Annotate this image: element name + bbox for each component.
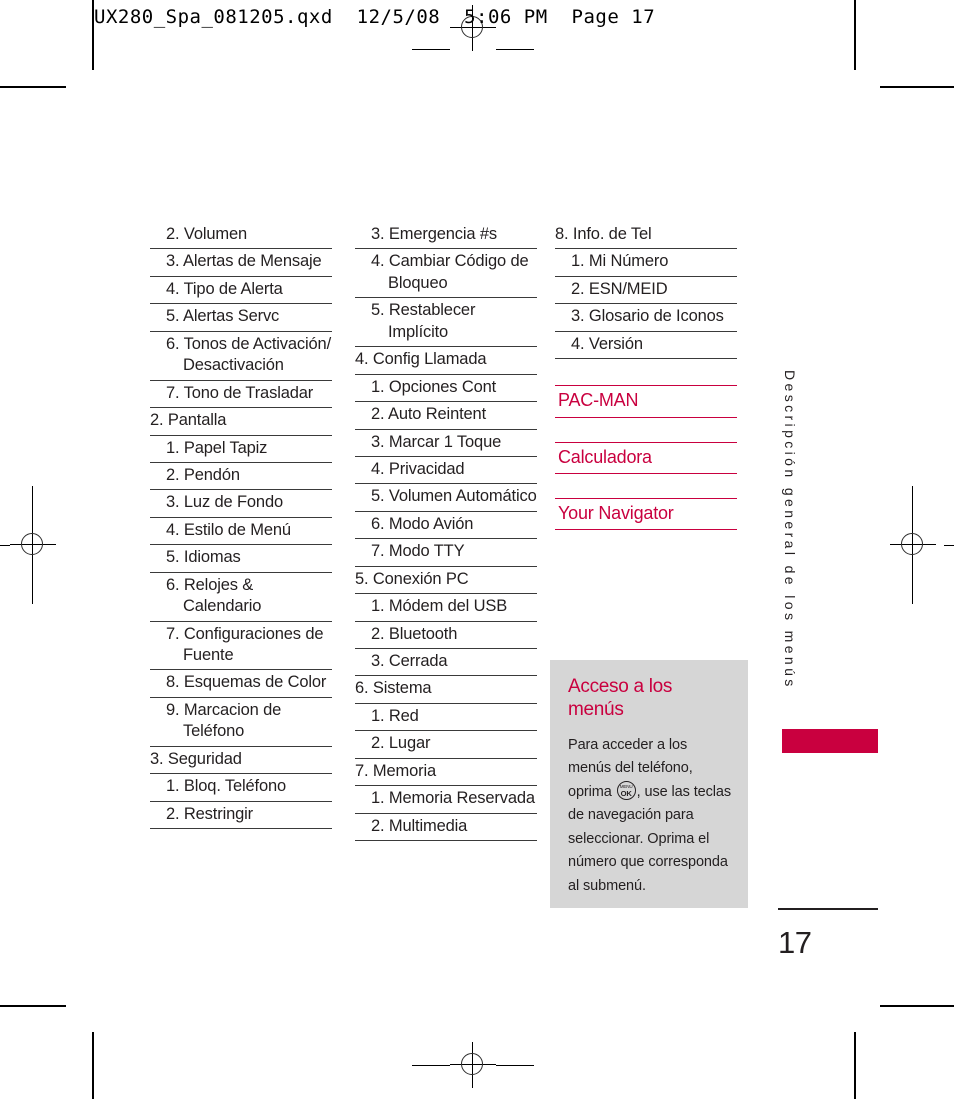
menu-list-2: 3. Emergencia #s 4. Cambiar Código de Bl… xyxy=(355,222,537,842)
list-item[interactable]: 2. Volumen xyxy=(150,222,332,250)
list-item[interactable]: 5. Idiomas xyxy=(150,545,332,573)
list-item[interactable]: 4. Config Llamada xyxy=(355,347,537,375)
info-box-title: Acceso a los menús xyxy=(568,676,673,720)
list-item[interactable]: 8. Info. de Tel xyxy=(555,222,737,250)
list-item[interactable]: 2. ESN/MEID xyxy=(555,277,737,305)
page-number-rule xyxy=(778,908,878,910)
registration-guide-bottom-horizontal-left xyxy=(412,1064,450,1066)
menu-column-2: 3. Emergencia #s 4. Cambiar Código de Bl… xyxy=(355,222,537,842)
list-item[interactable]: 2. Bluetooth xyxy=(355,622,537,649)
list-item[interactable]: 5. Restablecer Implícito xyxy=(355,298,537,348)
menu-column-3: 8. Info. de Tel 1. Mi Número 2. ESN/MEID… xyxy=(555,222,737,531)
list-item[interactable]: 4. Tipo de Alerta xyxy=(150,277,332,305)
list-item[interactable]: 6. Sistema xyxy=(355,676,537,704)
list-item[interactable]: 7. Modo TTY xyxy=(355,539,537,567)
registration-guide-top-horizontal-left xyxy=(412,49,450,51)
list-item[interactable]: 1. Red xyxy=(355,704,537,732)
crop-mark-top-right-horizontal xyxy=(880,86,954,88)
registration-guide-bottom-horizontal-right xyxy=(496,1064,534,1066)
list-item[interactable]: 1. Bloq. Teléfono xyxy=(150,774,332,802)
registration-guide-right-vertical-lower xyxy=(912,568,914,604)
side-chapter-tab xyxy=(782,729,878,753)
side-running-head: Descripción general de los menús xyxy=(782,370,798,690)
print-header: UX280_Spa_081205.qxd 12/5/08 5:06 PM Pag… xyxy=(94,6,656,28)
menu-column-1: 2. Volumen 3. Alertas de Mensaje 4. Tipo… xyxy=(150,222,332,830)
list-item[interactable]: 1. Papel Tapiz xyxy=(150,436,332,463)
list-item[interactable]: 3. Luz de Fondo xyxy=(150,490,332,518)
list-item[interactable]: 3. Alertas de Mensaje xyxy=(150,249,332,277)
info-callout-box: Acceso a los menús Para acceder a los me… xyxy=(550,660,748,908)
list-item[interactable]: 3. Glosario de Iconos xyxy=(555,304,737,332)
info-box-body: Para acceder a los menús del teléfono, o… xyxy=(568,734,732,898)
list-item[interactable]: 1. Opciones Cont xyxy=(355,375,537,403)
list-item[interactable]: 4. Versión xyxy=(555,332,737,360)
registration-guide-left-horizontal xyxy=(0,544,10,546)
registration-mark-right xyxy=(890,522,936,568)
list-item[interactable]: 5. Conexión PC xyxy=(355,567,537,595)
list-item[interactable]: 2. Auto Reintent xyxy=(355,402,537,430)
app-entry-calculadora[interactable]: Calculadora xyxy=(555,441,737,474)
list-item[interactable]: 3. Emergencia #s xyxy=(355,222,537,250)
crop-mark-bottom-right-horizontal xyxy=(880,1005,954,1007)
list-item[interactable]: 2. Lugar xyxy=(355,731,537,759)
list-item[interactable]: 3. Cerrada xyxy=(355,649,537,677)
menu-list-1: 2. Volumen 3. Alertas de Mensaje 4. Tipo… xyxy=(150,222,332,830)
crop-mark-bottom-right-vertical xyxy=(854,1032,856,1099)
crop-mark-top-left-horizontal xyxy=(0,86,66,88)
list-item[interactable]: 4. Cambiar Código de Bloqueo xyxy=(355,249,537,299)
list-item[interactable]: 6. Relojes & Calendario xyxy=(150,573,332,622)
list-item[interactable]: 3. Seguridad xyxy=(150,747,332,775)
list-item[interactable]: 7. Tono de Trasladar xyxy=(150,381,332,409)
crop-mark-top-right-vertical xyxy=(854,0,856,70)
list-item[interactable]: 5. Alertas Servc xyxy=(150,304,332,332)
menu-ok-icon-bottom-label: OK xyxy=(620,788,632,798)
registration-guide-top-horizontal-right xyxy=(496,49,534,51)
list-item[interactable]: 8. Esquemas de Color xyxy=(150,670,332,698)
app-entry-your-navigator[interactable]: Your Navigator xyxy=(555,497,737,531)
registration-guide-right-horizontal xyxy=(944,544,954,546)
list-item[interactable]: 9. Marcacion de Teléfono xyxy=(150,698,332,747)
registration-guide-right-vertical xyxy=(912,486,914,522)
app-entry-pacman[interactable]: PAC-MAN xyxy=(555,385,737,418)
list-item[interactable]: 1. Módem del USB xyxy=(355,594,537,622)
list-item[interactable]: 6. Tonos de Activación/ Desactivación xyxy=(150,332,332,381)
page-number: 17 xyxy=(778,925,812,960)
registration-mark-bottom xyxy=(450,1042,496,1088)
registration-mark-left xyxy=(10,522,56,568)
list-item[interactable]: 1. Memoria Reservada xyxy=(355,786,537,814)
list-item[interactable]: 6. Modo Avión xyxy=(355,512,537,540)
list-item[interactable]: 4. Estilo de Menú xyxy=(150,518,332,546)
list-item[interactable]: 3. Marcar 1 Toque xyxy=(355,430,537,457)
list-item[interactable]: 2. Pantalla xyxy=(150,408,332,436)
info-body-part-2: , use las teclas de navegación para sele… xyxy=(568,783,731,894)
menu-list-3: 8. Info. de Tel 1. Mi Número 2. ESN/MEID… xyxy=(555,222,737,360)
list-item[interactable]: 2. Restringir xyxy=(150,802,332,830)
list-item[interactable]: 4. Privacidad xyxy=(355,457,537,485)
registration-guide-left-vertical-lower xyxy=(32,568,34,604)
list-item[interactable]: 7. Configuraciones de Fuente xyxy=(150,622,332,671)
registration-guide-left-vertical xyxy=(32,486,34,522)
crop-mark-bottom-left-vertical xyxy=(92,1032,94,1099)
list-item[interactable]: 7. Memoria xyxy=(355,759,537,787)
menu-ok-icon: MENU OK xyxy=(616,780,636,800)
crop-mark-bottom-left-horizontal xyxy=(0,1005,66,1007)
list-item[interactable]: 1. Mi Número xyxy=(555,249,737,277)
list-item[interactable]: 2. Pendón xyxy=(150,463,332,491)
list-item[interactable]: 5. Volumen Automático xyxy=(355,484,537,512)
list-item[interactable]: 2. Multimedia xyxy=(355,814,537,842)
